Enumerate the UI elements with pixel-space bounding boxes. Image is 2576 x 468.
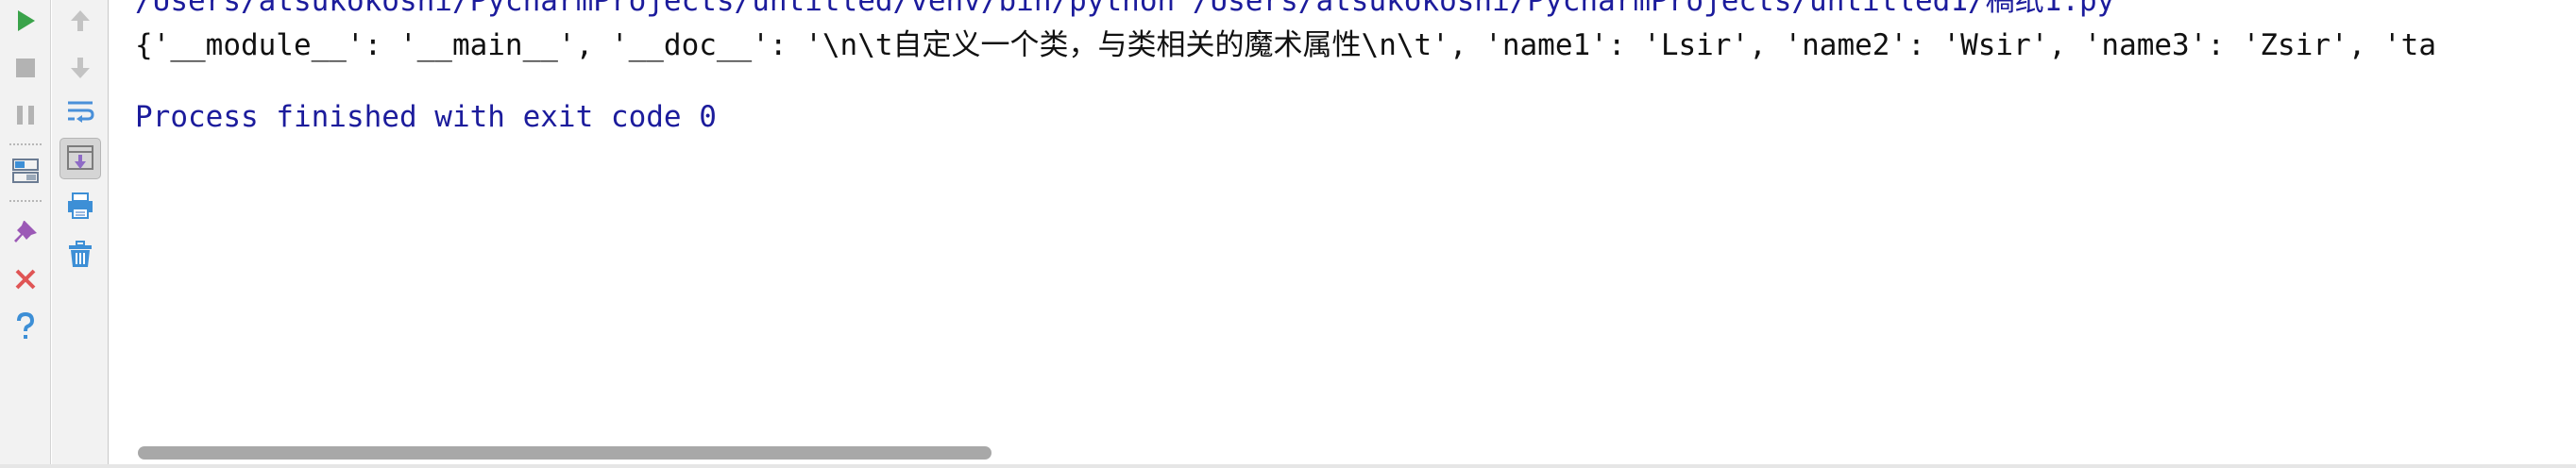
stop-icon [16, 58, 35, 77]
console-output[interactable]: /Users/atsukokoshi/PycharmProjects/untit… [110, 0, 2576, 468]
toolbar-separator [9, 143, 42, 145]
pause-icon [17, 106, 34, 125]
print-button[interactable] [61, 187, 99, 225]
program-output-line: {'__module__': '__main__', '__doc__': '\… [135, 28, 2437, 62]
down-button[interactable] [61, 49, 99, 87]
pin-tab-button[interactable] [7, 213, 44, 251]
command-line: /Users/atsukokoshi/PycharmProjects/untit… [135, 0, 2115, 18]
exit-code-message: Process finished with exit code 0 [135, 100, 717, 134]
help-icon [17, 311, 35, 339]
play-icon [18, 10, 35, 31]
pin-icon [14, 221, 37, 242]
pause-button[interactable] [7, 96, 44, 134]
toolbar-separator [9, 200, 42, 202]
soft-wrap-button[interactable] [61, 92, 99, 130]
rerun-button[interactable] [7, 2, 44, 40]
close-icon [15, 269, 36, 290]
scroll-end-icon [67, 145, 93, 170]
run-toolbar-left [0, 0, 51, 468]
arrow-up-icon [71, 10, 90, 31]
bottom-border [0, 464, 2576, 468]
close-button[interactable] [7, 260, 44, 298]
run-tool-window: /Users/atsukokoshi/PycharmProjects/untit… [0, 0, 2576, 468]
trash-icon [69, 241, 92, 267]
restore-layout-button[interactable] [7, 152, 44, 190]
stop-button[interactable] [7, 49, 44, 87]
horizontal-scrollbar-thumb[interactable] [138, 446, 991, 460]
up-button[interactable] [61, 2, 99, 40]
print-icon [68, 192, 93, 219]
soft-wrap-icon [68, 101, 94, 123]
scroll-to-end-button[interactable] [59, 138, 101, 179]
help-button[interactable] [7, 308, 44, 345]
clear-all-button[interactable] [61, 236, 99, 274]
layout-icon [12, 159, 39, 183]
run-toolbar-right [52, 0, 109, 468]
arrow-down-icon [71, 58, 90, 78]
